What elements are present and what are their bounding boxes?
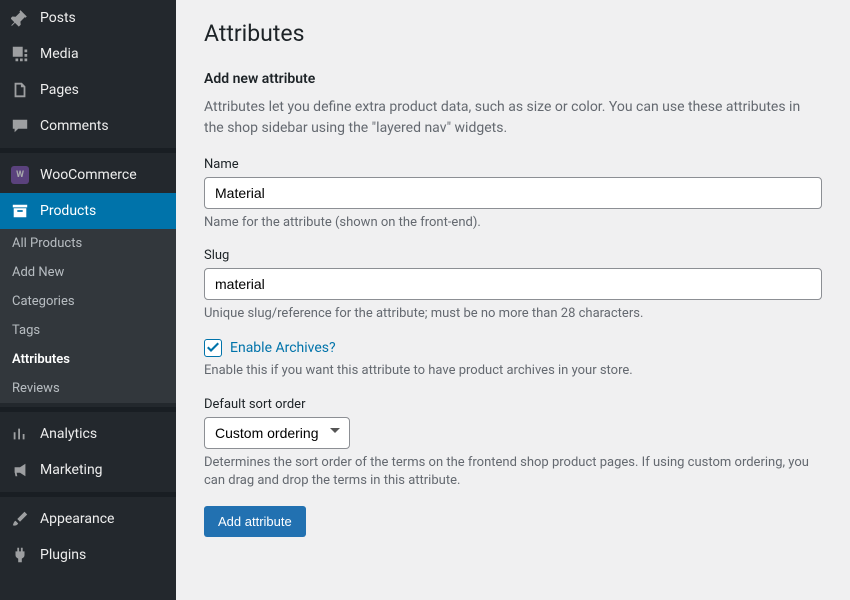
sidebar-item-woocommerce[interactable]: W WooCommerce [0,157,176,193]
main-content: Attributes Add new attribute Attributes … [176,0,850,600]
megaphone-icon [10,460,30,480]
sidebar-item-marketing[interactable]: Marketing [0,452,176,488]
submenu-item-attributes[interactable]: Attributes [0,345,176,374]
brush-icon [10,509,30,529]
section-subhead: Add new attribute [204,71,822,87]
sidebar-item-label: Comments [40,118,109,134]
sidebar-item-pages[interactable]: Pages [0,72,176,108]
comment-icon [10,116,30,136]
sidebar-item-analytics[interactable]: Analytics [0,416,176,452]
sidebar-item-label: Marketing [40,462,103,478]
slug-input[interactable] [204,268,822,300]
plug-icon [10,545,30,565]
menu-separator [0,407,176,412]
page-title: Attributes [204,20,822,47]
media-icon [10,44,30,64]
slug-description: Unique slug/reference for the attribute;… [204,305,822,323]
sort-label: Default sort order [204,397,822,412]
sort-select[interactable]: Custom ordering [204,417,350,449]
sidebar-item-label: Media [40,46,79,62]
archives-checkbox[interactable] [204,339,222,357]
archives-label: Enable Archives? [230,340,336,356]
pin-icon [10,8,30,28]
name-input[interactable] [204,177,822,209]
sidebar-item-media[interactable]: Media [0,36,176,72]
submenu-item-all-products[interactable]: All Products [0,229,176,258]
submenu-item-add-new[interactable]: Add New [0,258,176,287]
menu-separator [0,492,176,497]
sidebar-item-appearance[interactable]: Appearance [0,501,176,537]
sidebar-item-posts[interactable]: Posts [0,0,176,36]
slug-label: Slug [204,248,822,263]
submenu-item-tags[interactable]: Tags [0,316,176,345]
sidebar-item-products[interactable]: Products [0,193,176,229]
add-attribute-button[interactable]: Add attribute [204,506,306,537]
menu-separator [0,148,176,153]
sort-description: Determines the sort order of the terms o… [204,454,822,490]
section-intro: Attributes let you define extra product … [204,97,822,139]
name-description: Name for the attribute (shown on the fro… [204,214,822,232]
admin-sidebar: Posts Media Pages Comments W WooCommerce… [0,0,176,600]
archives-description: Enable this if you want this attribute t… [204,362,822,380]
sidebar-item-label: Pages [40,82,79,98]
bars-icon [10,424,30,444]
page-icon [10,80,30,100]
sidebar-item-label: Plugins [40,547,86,563]
submenu-item-categories[interactable]: Categories [0,287,176,316]
submenu-item-reviews[interactable]: Reviews [0,374,176,403]
sidebar-item-label: Products [40,203,96,219]
sidebar-item-label: WooCommerce [40,167,137,183]
woo-icon: W [10,165,30,185]
sidebar-item-comments[interactable]: Comments [0,108,176,144]
sidebar-item-label: Analytics [40,426,97,442]
sidebar-item-plugins[interactable]: Plugins [0,537,176,573]
sidebar-item-label: Appearance [40,511,114,527]
sidebar-item-label: Posts [40,10,76,26]
sidebar-submenu-products: All Products Add New Categories Tags Att… [0,229,176,403]
name-label: Name [204,157,822,172]
archive-icon [10,201,30,221]
